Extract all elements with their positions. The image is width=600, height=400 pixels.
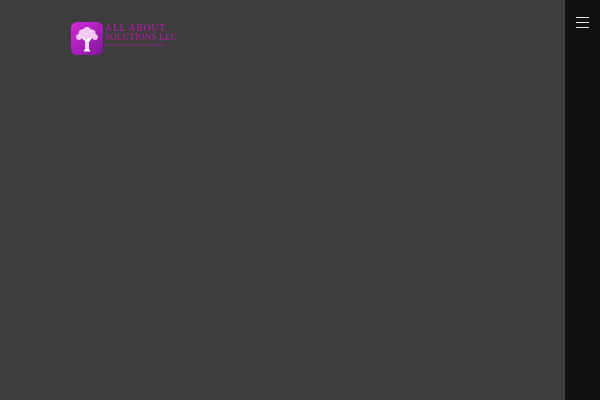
- menu-bar-bottom: [576, 27, 589, 28]
- site-logo[interactable]: ALL ABOUT SOLUTIONS LLC EDUCATIONAL CONS…: [71, 22, 183, 56]
- side-panel: [565, 0, 600, 400]
- tree-icon: [71, 22, 103, 55]
- hamburger-menu-icon[interactable]: [576, 16, 589, 28]
- menu-bar-top: [576, 17, 589, 18]
- page: ALL ABOUT SOLUTIONS LLC EDUCATIONAL CONS…: [0, 0, 600, 400]
- logo-tagline: EDUCATIONAL CONSULTANTS TRAINING: [105, 43, 164, 47]
- main-content: ALL ABOUT SOLUTIONS LLC EDUCATIONAL CONS…: [0, 0, 565, 400]
- logo-text: ALL ABOUT SOLUTIONS LLC EDUCATIONAL CONS…: [105, 24, 185, 48]
- menu-bar-middle: [576, 22, 589, 23]
- logo-title-line2: SOLUTIONS LLC: [105, 32, 177, 42]
